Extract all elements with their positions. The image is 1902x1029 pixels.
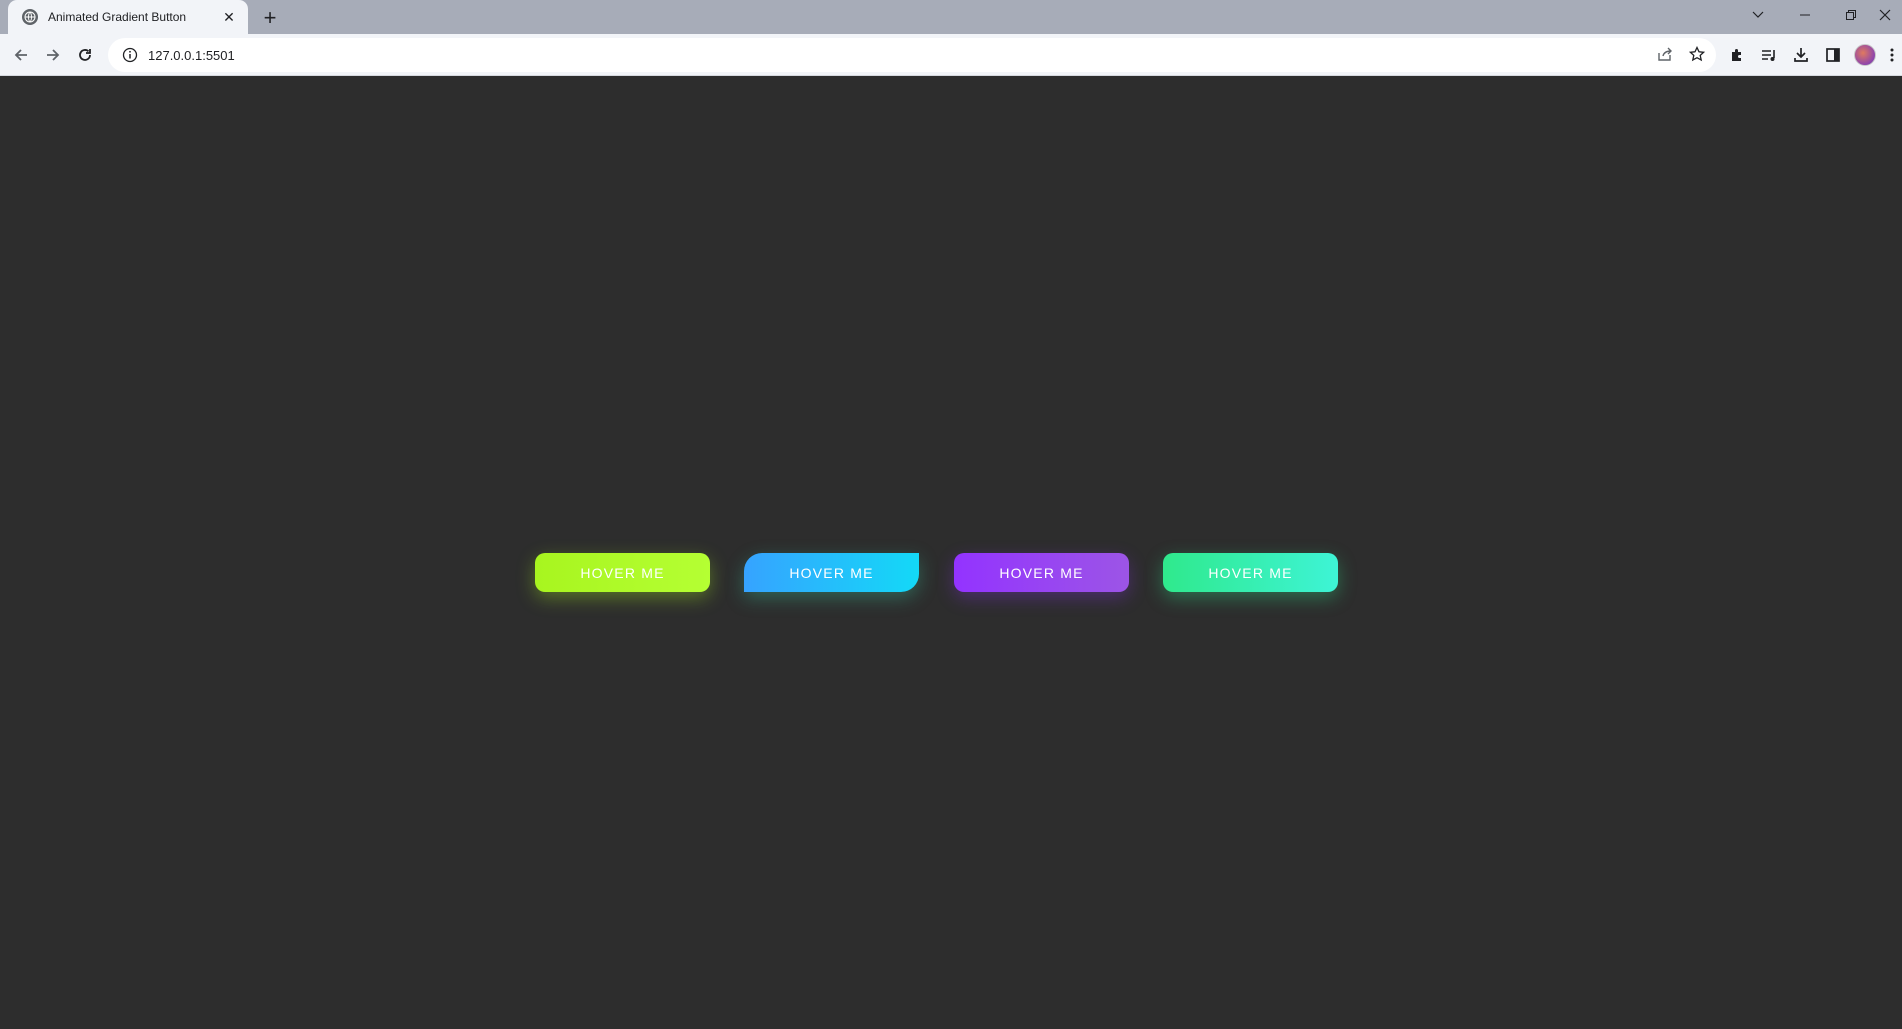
- avatar[interactable]: [1854, 44, 1876, 66]
- puzzle-icon[interactable]: [1725, 43, 1749, 67]
- share-icon[interactable]: [1653, 42, 1677, 66]
- reload-icon[interactable]: [70, 40, 100, 70]
- download-icon[interactable]: [1789, 43, 1813, 67]
- forward-arrow-icon[interactable]: [38, 40, 68, 70]
- browser-toolbar: [0, 34, 1902, 76]
- new-tab-button[interactable]: +: [258, 6, 282, 30]
- kebab-menu-icon[interactable]: [1884, 43, 1900, 67]
- star-icon[interactable]: [1685, 42, 1709, 66]
- hover-me-button-blue[interactable]: HOVER ME: [744, 553, 919, 592]
- info-icon[interactable]: [122, 47, 138, 63]
- globe-icon: [22, 9, 38, 25]
- tab-title: Animated Gradient Button: [48, 10, 187, 24]
- hover-me-button-lime[interactable]: HOVER ME: [535, 553, 710, 592]
- tab-close-button[interactable]: ✕: [220, 8, 238, 26]
- button-row: HOVER ME HOVER ME HOVER ME HOVER ME: [535, 553, 1339, 593]
- media-queue-icon[interactable]: [1757, 43, 1781, 67]
- chevron-down-icon[interactable]: [1735, 0, 1781, 30]
- tab-strip: Animated Gradient Button ✕ +: [0, 0, 1902, 34]
- browser-tab[interactable]: Animated Gradient Button ✕: [8, 0, 248, 34]
- url-input[interactable]: [148, 47, 1702, 63]
- close-icon[interactable]: [1868, 0, 1902, 30]
- hover-me-button-teal[interactable]: HOVER ME: [1163, 553, 1338, 592]
- address-bar[interactable]: [108, 38, 1716, 72]
- page-content: HOVER ME HOVER ME HOVER ME HOVER ME: [0, 77, 1902, 1029]
- hover-me-button-purple[interactable]: HOVER ME: [954, 553, 1129, 592]
- back-arrow-icon[interactable]: [6, 40, 36, 70]
- profile-button[interactable]: [1853, 43, 1877, 67]
- side-panel-icon[interactable]: [1821, 43, 1845, 67]
- minimize-icon[interactable]: [1782, 0, 1828, 30]
